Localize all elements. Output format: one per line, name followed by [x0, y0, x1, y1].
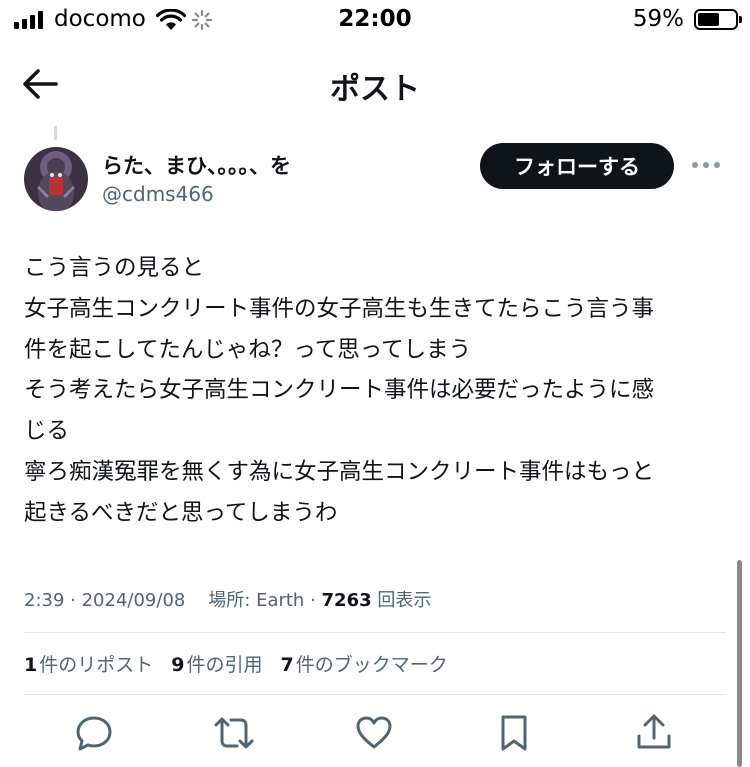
bookmark-icon: [501, 715, 527, 751]
like-icon: [356, 716, 392, 749]
tweet-line: 寧ろ痴漢冤罪を無くす為に女子高生コンクリート事件はもっと: [24, 458, 655, 485]
page-title: ポスト: [330, 72, 420, 107]
tweet-meta: 2:39 · 2024/09/08 場所: Earth · 7263 回表示: [24, 590, 432, 611]
views-label: 回表示: [377, 590, 432, 611]
tweet-time: 2:39: [24, 590, 65, 611]
avatar-image: [24, 147, 88, 211]
display-name[interactable]: らた、まひ、。。。、を: [102, 150, 291, 180]
bookmark-button[interactable]: [493, 712, 535, 754]
engagement-stats: 1 件のリポスト 9 件の引用 7 件のブックマーク: [24, 650, 448, 677]
repost-icon: [214, 717, 254, 749]
share-icon: [637, 714, 671, 749]
action-bar: [0, 712, 750, 758]
battery-percent: 59%: [632, 6, 684, 32]
follow-button[interactable]: フォローする: [480, 143, 674, 189]
status-bar: docomo 22:00 59%: [0, 0, 750, 44]
tweet-line: こう言うの見ると: [24, 255, 205, 281]
tweet-line: 女子高生コンクリート事件の女子高生も生きてたらこう言う事: [24, 295, 655, 322]
tweet-line: そう考えたら女子高生コンクリート事件は必要だったように感: [24, 377, 655, 404]
tweet-date: 2024/09/08: [81, 590, 186, 611]
battery-icon: [694, 9, 742, 30]
tweet-location: 場所: Earth: [208, 590, 305, 611]
tweet-line: 件を起こしてたんじゃね？って思ってしまう: [24, 336, 472, 363]
avatar[interactable]: [24, 147, 88, 211]
repost-button[interactable]: [213, 712, 255, 754]
user-handle[interactable]: @cdms466: [102, 182, 214, 206]
scrollbar[interactable]: [737, 560, 742, 767]
quotes-stat[interactable]: 9 件の引用: [171, 650, 262, 677]
like-button[interactable]: [353, 712, 395, 754]
nav-bar: ポスト: [0, 50, 750, 120]
reposts-stat[interactable]: 1 件のリポスト: [24, 650, 153, 677]
more-options-icon[interactable]: [692, 158, 724, 172]
reply-button[interactable]: [73, 712, 115, 754]
divider: [24, 632, 726, 633]
share-button[interactable]: [633, 712, 675, 754]
divider: [24, 694, 726, 695]
tweet-text: こう言うの見ると 女子高生コンクリート事件の女子高生も生きてたらこう言う事 件を…: [24, 248, 724, 534]
reply-icon: [76, 716, 112, 751]
views-count: 7263: [321, 590, 372, 611]
tweet-line: 起きるべきだと思ってしまうわ: [24, 499, 338, 526]
tweet-line: じる: [24, 418, 70, 445]
thread-line: [54, 126, 57, 140]
bookmarks-stat[interactable]: 7 件のブックマーク: [281, 650, 448, 677]
